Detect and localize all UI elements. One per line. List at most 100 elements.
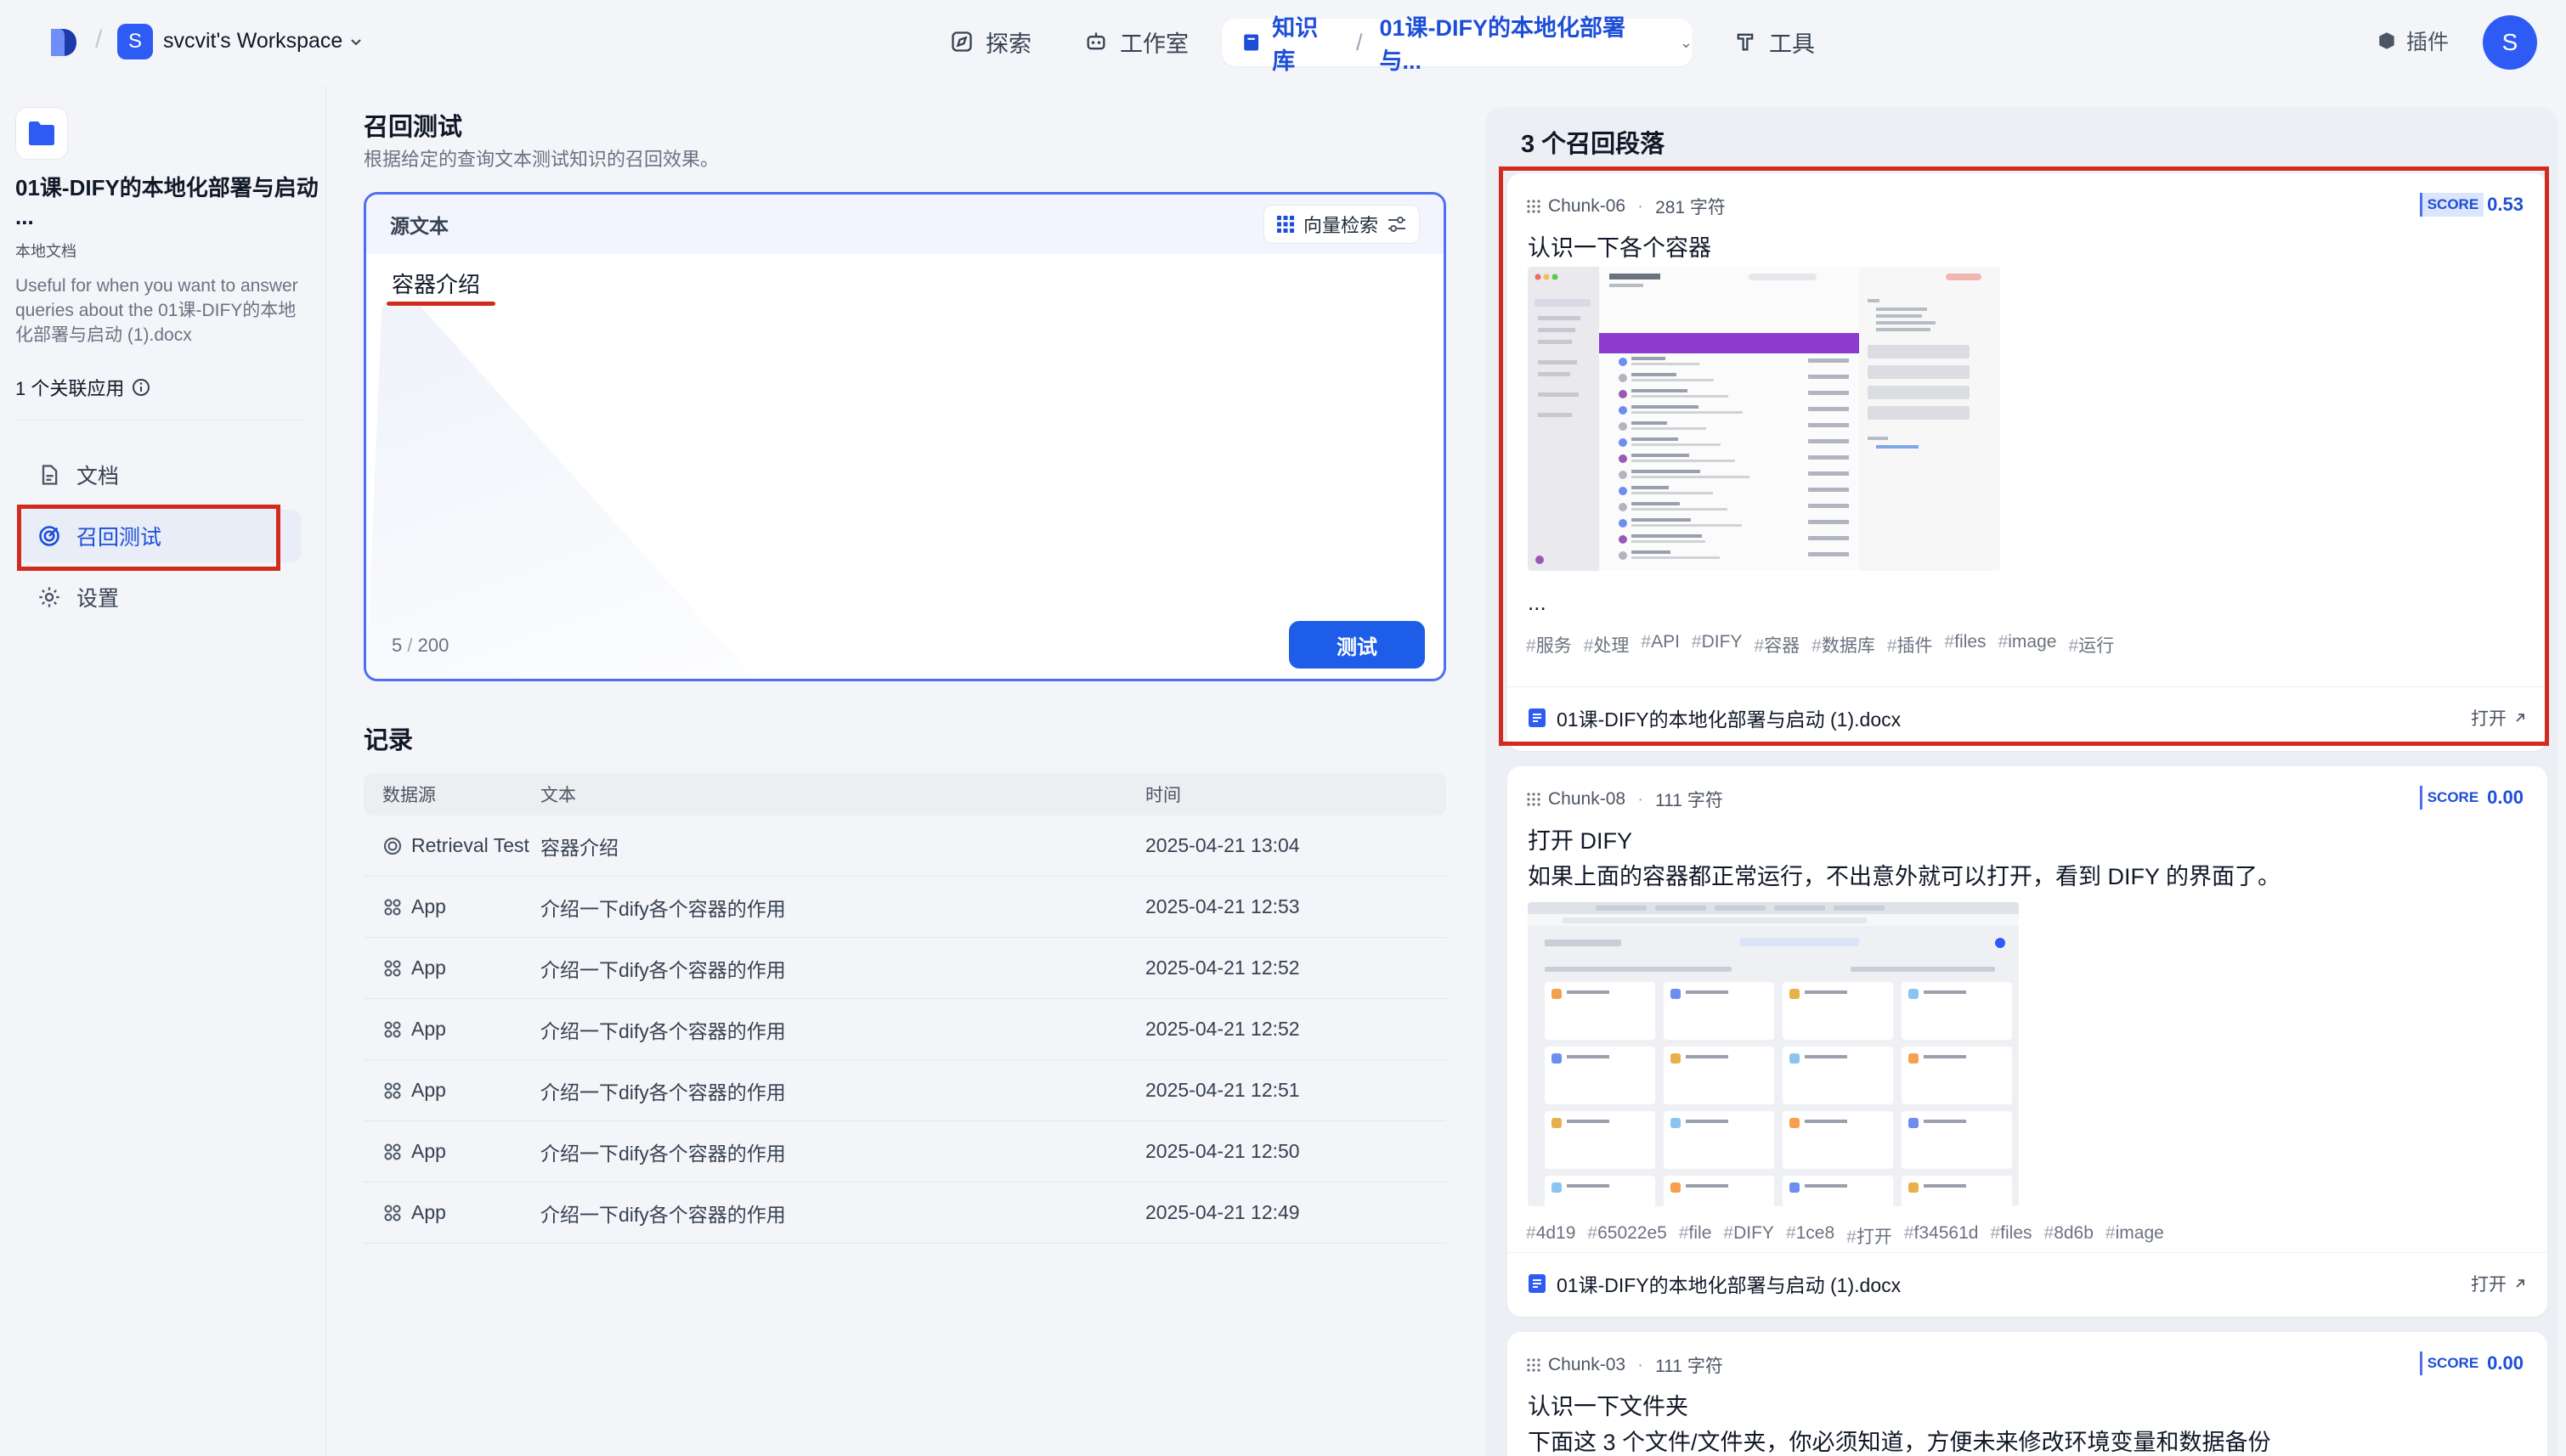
kb-description: Useful for when you want to answer queri… — [15, 276, 298, 345]
breadcrumb-separator: / — [1355, 29, 1363, 55]
drag-grid-icon — [1527, 1358, 1540, 1372]
keyword-text: 8d6b — [2054, 1223, 2094, 1243]
query-input[interactable]: 容器介绍 — [392, 268, 480, 299]
keyword-tag: #image — [2105, 1223, 2164, 1243]
current-kb-selector[interactable]: 01课-DIFY的本地化部署与... — [1379, 9, 1659, 76]
keyword-text: DIFY — [1733, 1223, 1774, 1243]
keyword-tag: #file — [1678, 1223, 1712, 1243]
results-title: 3 个召回段落 — [1521, 131, 1665, 158]
sidebar-item-documents[interactable]: 文档 — [20, 449, 301, 501]
app-grid-icon — [384, 899, 401, 915]
cell-source: App — [364, 1079, 540, 1102]
nav-knowledge-label: 知识库 — [1272, 15, 1319, 74]
cell-time: 2025-04-21 12:51 — [1145, 1079, 1300, 1101]
cell-text: 介绍一下dify各个容器的作用 — [540, 958, 786, 981]
char-max: 200 — [417, 635, 449, 656]
chunk-card[interactable]: Chunk-08 · 111 字符 SCORE 0.00 打开 DIFY 如果上… — [1507, 766, 2547, 1317]
cell-text: 介绍一下dify各个容器的作用 — [540, 1142, 786, 1165]
header-time: 时间 — [1145, 786, 1181, 805]
chunk-title: 认识一下文件夹 — [1528, 1394, 1688, 1419]
header-text: 文本 — [540, 786, 576, 805]
keyword-text: image — [2115, 1223, 2164, 1243]
cell-text: 介绍一下dify各个容器的作用 — [540, 1203, 786, 1226]
keyword-tag: #DIFY — [1723, 1223, 1774, 1243]
source-label: App — [411, 1201, 446, 1223]
page-subtitle: 根据给定的查询文本测试知识的召回效果。 — [364, 149, 720, 170]
book-icon — [1244, 34, 1259, 51]
table-row[interactable]: App 介绍一下dify各个容器的作用 2025-04-21 12:51 — [364, 1060, 1446, 1121]
cell-time: 2025-04-21 12:52 — [1145, 1018, 1300, 1040]
source-label: App — [411, 1018, 446, 1040]
cell-time: 2025-04-21 12:50 — [1145, 1140, 1300, 1162]
external-arrow-icon — [2516, 1278, 2524, 1288]
query-card: 源文本 向量检索 容器介绍 5 / 200 测试 — [364, 192, 1446, 681]
table-row[interactable]: App 介绍一下dify各个容器的作用 2025-04-21 12:50 — [364, 1121, 1446, 1182]
chevron-updown-icon[interactable]: ⌄ — [1680, 34, 1693, 52]
app-grid-icon — [384, 1082, 401, 1098]
app-grid-icon — [384, 960, 401, 976]
top-navigation: / S svcvit's Workspace 探索 工作室 知识库 / 01课-… — [0, 0, 2566, 85]
robot-icon — [1087, 32, 1105, 50]
chunk-chars: 111 字符 — [1655, 1357, 1723, 1376]
score-value: 0.00 — [2487, 787, 2524, 808]
retrieval-mode-label: 向量检索 — [1303, 215, 1378, 236]
compass-icon — [952, 31, 972, 52]
gear-icon — [39, 587, 59, 607]
keyword-tag: #65022e5 — [1587, 1223, 1667, 1243]
workspace-name: svcvit's Workspace — [163, 29, 343, 53]
table-row[interactable]: App 介绍一下dify各个容器的作用 2025-04-21 12:49 — [364, 1182, 1446, 1244]
source-doc[interactable]: 01课-DIFY的本地化部署与启动 (1).docx — [1528, 1269, 1901, 1298]
table-row[interactable]: App 介绍一下dify各个容器的作用 2025-04-21 12:53 — [364, 877, 1446, 938]
cell-time: 2025-04-21 13:04 — [1145, 834, 1300, 856]
nav-knowledge[interactable]: 知识库 / 01课-DIFY的本地化部署与... ⌄ — [1222, 15, 1693, 74]
source-text-label: 源文本 — [390, 215, 449, 237]
cell-text: 介绍一下dify各个容器的作用 — [540, 897, 786, 920]
nav-tools[interactable]: 工具 — [1725, 19, 1823, 65]
nav-studio[interactable]: 工作室 — [1076, 19, 1197, 65]
source-label: App — [411, 1140, 446, 1162]
kb-type: 本地文档 — [15, 243, 76, 260]
dify-studio-screenshot — [1528, 902, 2019, 1206]
score-badge: SCORE 0.00 — [2419, 783, 2524, 812]
grid-icon — [1276, 216, 1294, 233]
keyword-text: files — [2000, 1223, 2032, 1243]
table-header: 数据源 文本 时间 — [364, 773, 1446, 815]
nav-studio-label: 工作室 — [1120, 31, 1189, 57]
table-row[interactable]: Retrieval Test 容器介绍 2025-04-21 13:04 — [364, 815, 1446, 877]
nav-plugins-label: 插件 — [2406, 31, 2450, 54]
workspace-avatar[interactable]: S — [117, 24, 153, 59]
chunk-title: 打开 DIFY — [1528, 828, 1633, 854]
kb-sidebar: 01课-DIFY的本地化部署与启动 ... 本地文档 Useful for wh… — [0, 85, 326, 1456]
folder-icon — [15, 107, 68, 160]
source-label: Retrieval Test — [411, 834, 529, 856]
keyword-text: 1ce8 — [1795, 1223, 1835, 1243]
app-grid-icon — [384, 1021, 401, 1037]
linked-apps[interactable]: 1 个关联应用 — [15, 374, 151, 401]
chunk-id: Chunk-08 — [1548, 789, 1626, 809]
score-label: SCORE — [2419, 786, 2484, 810]
chunk-body: 如果上面的容器都正常运行，不出意外就可以打开，看到 DIFY 的界面了。 — [1528, 864, 2281, 889]
table-row[interactable]: App 介绍一下dify各个容器的作用 2025-04-21 12:52 — [364, 999, 1446, 1060]
cell-source: App — [364, 1140, 540, 1163]
highlight-annotation — [17, 505, 280, 571]
drag-grid-icon — [1527, 793, 1540, 806]
dify-logo[interactable] — [46, 25, 80, 59]
nav-plugins[interactable]: 插件 — [2376, 25, 2449, 56]
nav-explore[interactable]: 探索 — [941, 19, 1040, 65]
chunk-card[interactable]: Chunk-03 · 111 字符 SCORE 0.00 认识一下文件夹 下面这… — [1507, 1332, 2547, 1456]
target-icon — [384, 837, 401, 855]
chunk-tags: #4d19 #65022e5 #file #DIFY #1ce8 #打开 #f34561d #… — [1526, 1223, 2164, 1249]
info-icon[interactable] — [131, 377, 151, 398]
sidebar-item-settings[interactable]: 设置 — [20, 571, 301, 624]
retrieval-mode-button[interactable]: 向量检索 — [1263, 205, 1420, 244]
chunk-chars: 111 字符 — [1655, 791, 1723, 810]
user-avatar[interactable]: S — [2483, 15, 2537, 70]
table-row[interactable]: App 介绍一下dify各个容器的作用 2025-04-21 12:52 — [364, 938, 1446, 999]
source-label: App — [411, 957, 446, 979]
keyword-tag: #1ce8 — [1785, 1223, 1835, 1243]
open-link[interactable]: 打开 — [2471, 1271, 2527, 1296]
workspace-switcher[interactable]: svcvit's Workspace — [163, 29, 363, 54]
test-button[interactable]: 测试 — [1289, 621, 1425, 669]
keyword-tag: #f34561d — [1903, 1223, 1979, 1243]
score-value: 0.00 — [2487, 1352, 2524, 1374]
